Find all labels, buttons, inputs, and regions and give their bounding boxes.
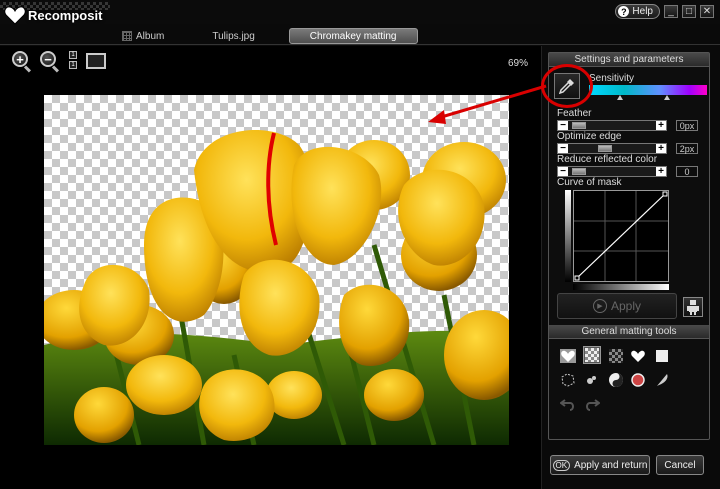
- curve-horizontal-gradient: [573, 284, 669, 290]
- tab-tulips[interactable]: Tulips.jpg: [200, 28, 266, 44]
- zoom-in-button[interactable]: +: [10, 50, 32, 73]
- grid-icon: [122, 31, 132, 41]
- zoom-level-readout: 69%: [508, 58, 529, 69]
- reduce-reflected-plus-button[interactable]: +: [656, 166, 666, 176]
- robot-icon: [687, 300, 699, 315]
- image-canvas[interactable]: [44, 95, 509, 445]
- minimize-button[interactable]: _: [664, 5, 678, 18]
- reduce-reflected-slider-row: − + 0: [557, 165, 707, 177]
- optimize-edge-minus-button[interactable]: −: [558, 143, 568, 153]
- sensitivity-marker-2[interactable]: [664, 95, 670, 100]
- apply-button[interactable]: ▶ Apply: [557, 293, 677, 319]
- feather-slider-row: − + 0px: [557, 119, 707, 131]
- swap-icon: [609, 373, 623, 387]
- reduce-reflected-label: Reduce reflected color: [557, 154, 658, 165]
- brush-tool[interactable]: [583, 371, 601, 389]
- cancel-button[interactable]: Cancel: [656, 455, 704, 475]
- restore-tool[interactable]: [629, 371, 647, 389]
- heart-mask-tool[interactable]: [559, 347, 577, 365]
- feather-icon: [657, 374, 668, 386]
- reduce-reflected-slider[interactable]: − +: [557, 165, 667, 177]
- checker-dark-tool[interactable]: [607, 347, 625, 365]
- reduce-reflected-thumb[interactable]: [572, 167, 586, 175]
- lens-handle: [23, 65, 32, 73]
- redo-icon: [586, 399, 600, 411]
- curve-of-mask-label: Curve of mask: [557, 177, 622, 188]
- feather-minus-button[interactable]: −: [558, 120, 568, 130]
- tab-label: Chromakey matting: [309, 30, 397, 42]
- maximize-button[interactable]: □: [682, 5, 696, 18]
- view-toolbar: + − 1 1: [10, 50, 106, 73]
- tab-bar: Album Tulips.jpg Chromakey matting: [110, 28, 418, 44]
- close-button[interactable]: ✕: [700, 5, 714, 18]
- annotation-circle: [541, 64, 593, 108]
- mask-curve: [574, 191, 668, 281]
- heart-icon: [4, 6, 26, 25]
- lasso-icon: [561, 373, 575, 387]
- help-button[interactable]: ? Help: [615, 4, 660, 19]
- optimize-edge-slider-row: − + 2px: [557, 142, 707, 154]
- tab-label: Album: [136, 30, 165, 42]
- brush-icon: [587, 376, 596, 384]
- reduce-reflected-minus-button[interactable]: −: [558, 166, 568, 176]
- square-icon: [656, 350, 668, 362]
- title-bar: Recomposit ? Help _ □ ✕: [0, 0, 720, 25]
- optimize-edge-thumb[interactable]: [598, 144, 612, 152]
- apply-label: Apply: [610, 299, 642, 313]
- optimize-edge-plus-button[interactable]: +: [656, 143, 666, 153]
- sensitivity-color-bar[interactable]: [589, 85, 707, 95]
- robot-button[interactable]: [683, 297, 703, 317]
- apply-and-return-label: Apply and return: [574, 459, 648, 471]
- window-controls: ? Help _ □ ✕: [615, 4, 714, 19]
- redo-button[interactable]: [583, 395, 601, 413]
- apply-and-return-button[interactable]: OK Apply and return: [550, 455, 650, 475]
- tab-album[interactable]: Album: [110, 28, 176, 44]
- checker-dark-icon: [609, 349, 623, 363]
- sensitivity-marker-1[interactable]: [617, 95, 623, 100]
- heart-white-icon: [631, 350, 645, 362]
- cancel-label: Cancel: [664, 459, 696, 471]
- ratio-top: 1: [69, 51, 77, 59]
- undo-icon: [560, 399, 574, 411]
- play-icon: ▶: [592, 299, 607, 313]
- reduce-reflected-value: 0: [676, 165, 698, 177]
- checker-icon: [585, 348, 599, 362]
- fit-window-button[interactable]: [86, 53, 106, 69]
- zoom-out-button[interactable]: −: [38, 50, 60, 73]
- restore-icon: [631, 373, 645, 387]
- feather-slider[interactable]: − +: [557, 119, 667, 131]
- annotation-arrow: [428, 84, 547, 124]
- mask-curve-editor[interactable]: [573, 190, 669, 282]
- curve-vertical-gradient: [565, 190, 571, 282]
- lens-handle: [51, 65, 60, 73]
- tab-chromakey-matting[interactable]: Chromakey matting: [288, 28, 418, 44]
- settings-panel: Settings and parameters Sensitivity Feat…: [548, 52, 710, 440]
- swap-tool[interactable]: [607, 371, 625, 389]
- square-white-tool[interactable]: [653, 347, 671, 365]
- divider: [0, 44, 720, 45]
- feather-label: Feather: [557, 108, 592, 119]
- optimize-edge-value: 2px: [676, 142, 698, 154]
- tulips-image: [44, 130, 509, 445]
- general-tools-header: General matting tools: [549, 325, 709, 339]
- help-label: Help: [632, 6, 653, 17]
- tab-label: Tulips.jpg: [212, 30, 255, 42]
- checker-mask-tool[interactable]: [583, 346, 601, 364]
- undo-button[interactable]: [559, 395, 577, 413]
- lasso-tool[interactable]: [559, 371, 577, 389]
- feather-tool[interactable]: [653, 371, 671, 389]
- feather-thumb[interactable]: [572, 121, 586, 129]
- ok-badge: OK: [552, 459, 571, 471]
- question-icon: ?: [618, 6, 630, 17]
- heart-white-tool[interactable]: [629, 347, 647, 365]
- ratio-bottom: 1: [69, 61, 77, 69]
- feather-plus-button[interactable]: +: [656, 120, 666, 130]
- sensitivity-label: Sensitivity: [589, 73, 635, 84]
- actual-size-button[interactable]: 1 1: [66, 51, 80, 71]
- feather-value: 0px: [676, 119, 698, 131]
- optimize-edge-slider[interactable]: − +: [557, 142, 667, 154]
- app-logo: Recomposit: [0, 2, 110, 28]
- optimize-edge-label: Optimize edge: [557, 131, 622, 142]
- heart-icon: [560, 349, 576, 363]
